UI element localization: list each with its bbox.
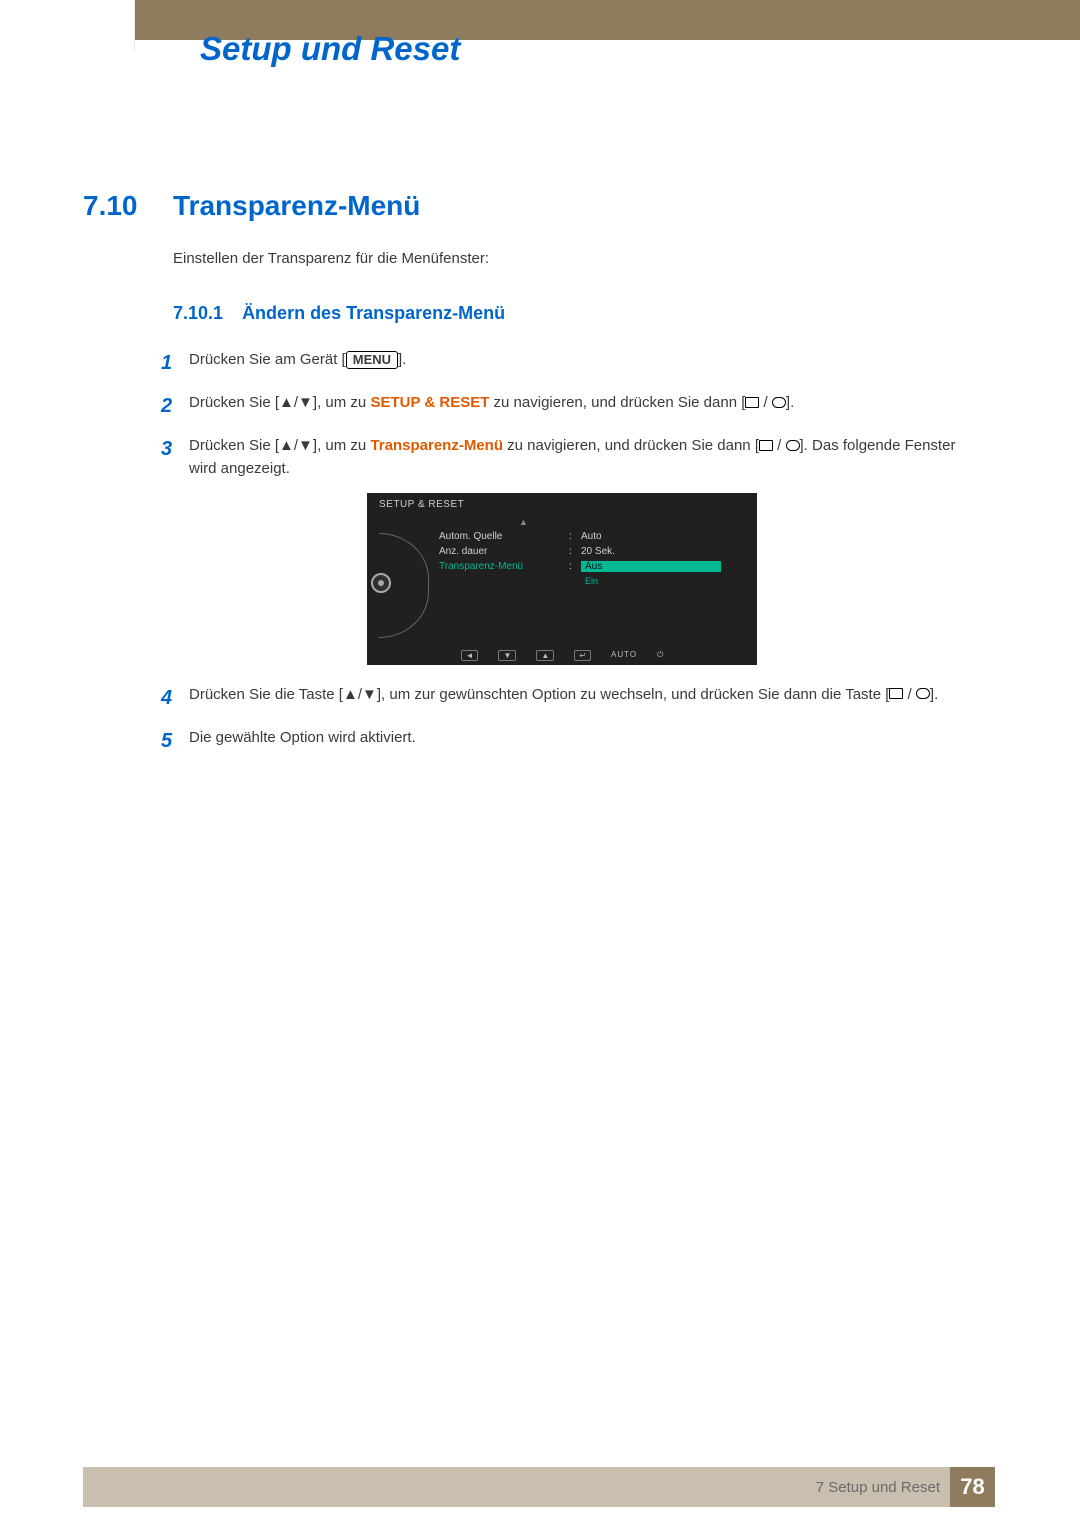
subsection-heading: 7.10.1 Ändern des Transparenz-Menü [173, 303, 963, 324]
osd-colon: : [569, 546, 581, 557]
osd-footer: ◄ ▼ ▲ ↵ AUTO ⏻ [367, 650, 757, 661]
up-down-arrows-icon: ▲/▼ [279, 437, 313, 454]
osd-label: Autom. Quelle [439, 531, 569, 542]
text-fragment: ]. [398, 351, 406, 368]
step-number: 5 [161, 726, 189, 757]
footer-bar: 7 Setup und Reset 78 [83, 1467, 995, 1507]
text-fragment: Drücken Sie am Gerät [ [189, 351, 346, 368]
osd-value: Auto [581, 531, 602, 542]
section-title: Transparenz-Menü [173, 190, 420, 222]
step-number: 1 [161, 348, 189, 379]
power-icon: ⏻ [657, 650, 663, 661]
gear-icon [371, 573, 397, 599]
subsection-title: Ändern des Transparenz-Menü [242, 303, 505, 323]
osd-colon: : [569, 561, 581, 572]
step-text: Drücken Sie [▲/▼], um zu Transparenz-Men… [189, 434, 963, 481]
step-text: Drücken Sie [▲/▼], um zu SETUP & RESET z… [189, 391, 794, 414]
text-fragment: ], um zur gewünschten Option zu wechseln… [377, 686, 890, 703]
chapter-title: Setup und Reset [200, 30, 460, 68]
text-fragment: ]. [786, 394, 794, 411]
enter-icon: ↵ [574, 650, 591, 661]
source-icon [745, 397, 759, 408]
menu-button-label: MENU [346, 351, 398, 369]
step-number: 2 [161, 391, 189, 422]
steps-list: 1 Drücken Sie am Gerät [MENU]. 2 Drücken… [161, 348, 963, 757]
page-content: 7.10 Transparenz-Menü Einstellen der Tra… [83, 190, 963, 769]
step-4: 4 Drücken Sie die Taste [▲/▼], um zur ge… [161, 683, 963, 714]
keyword-setup-reset: SETUP & RESET [370, 394, 489, 411]
scroll-up-icon: ▲ [519, 517, 747, 527]
nav-left-icon: ◄ [461, 650, 479, 661]
step-number: 4 [161, 683, 189, 714]
section-heading: 7.10 Transparenz-Menü [83, 190, 963, 222]
intro-text: Einstellen der Transparenz für die Menüf… [173, 250, 963, 267]
osd-title: SETUP & RESET [379, 499, 464, 510]
osd-option-value: Ein [581, 576, 598, 586]
osd-colon: : [569, 531, 581, 542]
source-icon [889, 688, 903, 699]
osd-label: Transparenz-Menü [439, 561, 569, 572]
text-fragment: zu navigieren, und drücken Sie dann [ [503, 437, 759, 454]
page-number: 78 [950, 1467, 995, 1507]
osd-row: Anz. dauer : 20 Sek. [439, 544, 747, 559]
section-number: 7.10 [83, 190, 173, 222]
header-band [0, 0, 1080, 40]
step-text: Drücken Sie am Gerät [MENU]. [189, 348, 406, 371]
enter-icon [916, 688, 930, 699]
nav-up-icon: ▲ [536, 650, 554, 661]
osd-value: 20 Sek. [581, 546, 615, 557]
text-fragment: zu navigieren, und drücken Sie dann [ [489, 394, 745, 411]
osd-selected-value: Aus [581, 561, 721, 572]
step-text: Drücken Sie die Taste [▲/▼], um zur gewü… [189, 683, 938, 706]
footer-chapter-text: 7 Setup und Reset [816, 1479, 940, 1496]
text-fragment: ], um zu [313, 394, 371, 411]
osd-label: Anz. dauer [439, 546, 569, 557]
auto-label: AUTO [611, 650, 637, 661]
text-fragment: Drücken Sie die Taste [ [189, 686, 343, 703]
step-3: 3 Drücken Sie [▲/▼], um zu Transparenz-M… [161, 434, 963, 481]
step-1: 1 Drücken Sie am Gerät [MENU]. [161, 348, 963, 379]
text-fragment: ]. [930, 686, 938, 703]
step-text: Die gewählte Option wird aktiviert. [189, 726, 416, 749]
text-fragment: ], um zu [313, 437, 371, 454]
text-fragment: Drücken Sie [ [189, 437, 279, 454]
step-number: 3 [161, 434, 189, 465]
osd-body: ▲ Autom. Quelle : Auto Anz. dauer : 20 S… [439, 517, 747, 589]
osd-row-selected: Transparenz-Menü : Aus [439, 559, 747, 574]
nav-down-icon: ▼ [498, 650, 516, 661]
step-2: 2 Drücken Sie [▲/▼], um zu SETUP & RESET… [161, 391, 963, 422]
source-icon [759, 440, 773, 451]
text-fragment: Drücken Sie [ [189, 394, 279, 411]
subsection-number: 7.10.1 [173, 303, 223, 323]
osd-screenshot: SETUP & RESET ▲ Autom. Quelle : Auto Anz… [367, 493, 757, 665]
keyword-transparenz: Transparenz-Menü [370, 437, 503, 454]
page-tab-notch [95, 0, 135, 50]
up-down-arrows-icon: ▲/▼ [343, 686, 377, 703]
step-5: 5 Die gewählte Option wird aktiviert. [161, 726, 963, 757]
up-down-arrows-icon: ▲/▼ [279, 394, 313, 411]
osd-row-option: Ein [439, 574, 747, 589]
enter-icon [772, 397, 786, 408]
osd-row: Autom. Quelle : Auto [439, 529, 747, 544]
enter-icon [786, 440, 800, 451]
